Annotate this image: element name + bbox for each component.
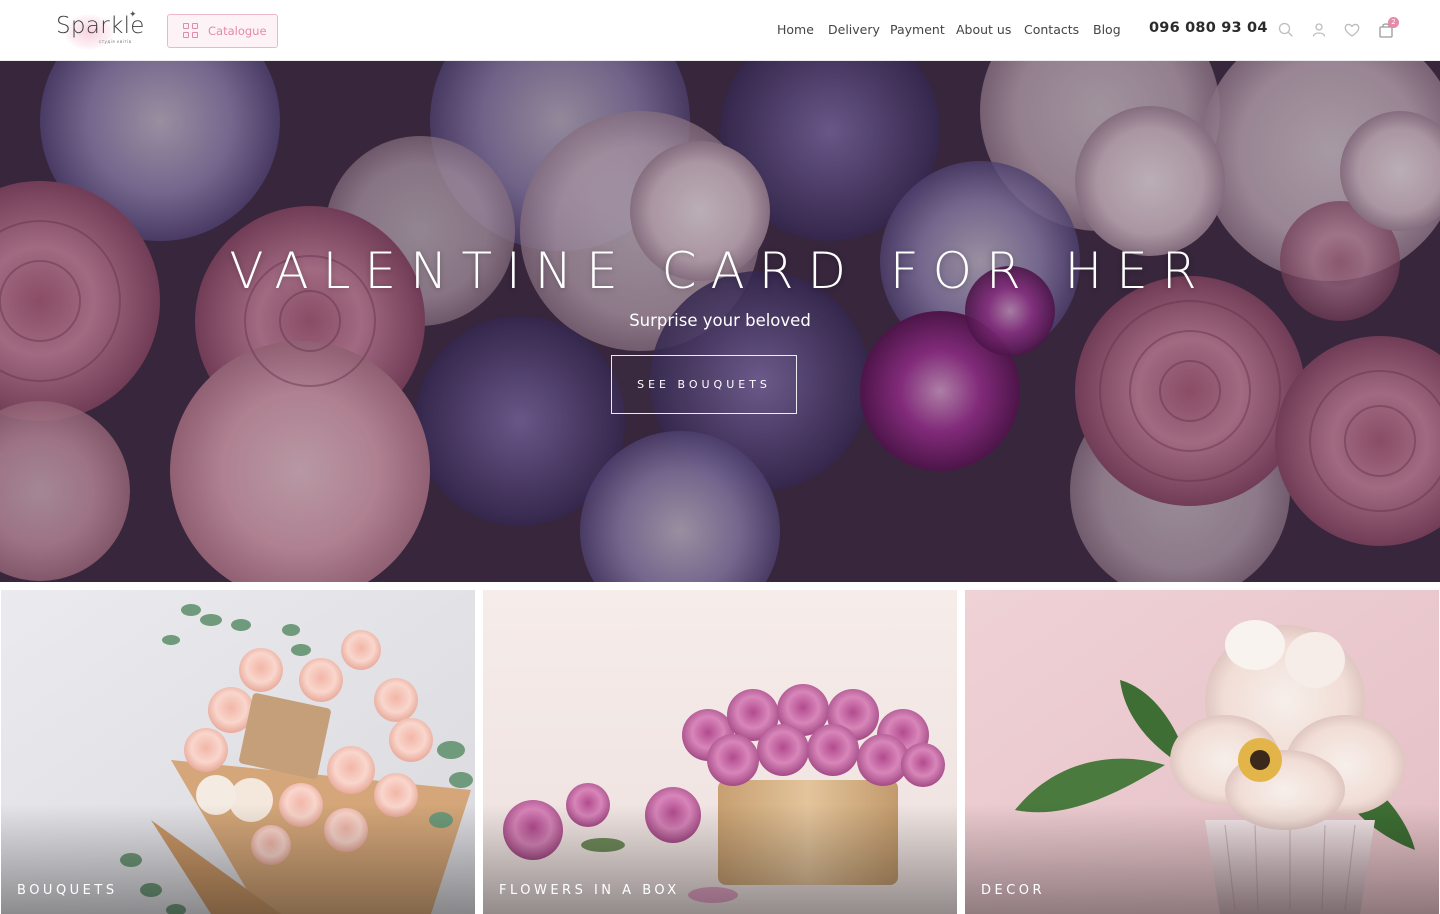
cart-count-badge: 2 (1388, 17, 1399, 28)
nav-payment[interactable]: Payment (890, 22, 945, 37)
catalogue-button[interactable]: Catalogue (167, 14, 278, 48)
grid-icon (183, 23, 199, 39)
search-icon[interactable] (1277, 21, 1295, 39)
phone-number[interactable]: 096 080 93 04 (1149, 20, 1268, 36)
hero-banner: VALENTINE CARD FOR HER Surprise your bel… (0, 61, 1440, 582)
heart-icon[interactable] (1343, 21, 1361, 39)
category-card-decor[interactable]: DECOR (965, 590, 1439, 914)
sparkle-star-icon: ✦ (129, 10, 137, 20)
category-card-bouquets[interactable]: BOUQUETS (1, 590, 475, 914)
nav-delivery[interactable]: Delivery (828, 22, 880, 37)
nav-about-us[interactable]: About us (956, 22, 1011, 37)
category-label: DECOR (981, 883, 1046, 898)
see-bouquets-button[interactable]: SEE BOUQUETS (611, 355, 797, 414)
logo-subtext: студія квітів (99, 39, 132, 44)
hero-subtitle: Surprise your beloved (629, 311, 811, 330)
hero-title: VALENTINE CARD FOR HER (229, 242, 1211, 300)
logo[interactable]: Sparkle ✦ студія квітів (56, 10, 146, 50)
site-header: Sparkle ✦ студія квітів Catalogue Home D… (0, 0, 1440, 61)
shopping-bag-icon[interactable]: 2 (1377, 17, 1399, 39)
nav-home[interactable]: Home (777, 22, 814, 37)
user-icon[interactable] (1310, 21, 1328, 39)
category-label: FLOWERS IN A BOX (499, 883, 680, 898)
nav-contacts[interactable]: Contacts (1024, 22, 1079, 37)
category-label: BOUQUETS (17, 883, 118, 898)
catalogue-label: Catalogue (208, 24, 267, 38)
nav-blog[interactable]: Blog (1093, 22, 1121, 37)
category-card-flowers-in-a-box[interactable]: FLOWERS IN A BOX (483, 590, 957, 914)
